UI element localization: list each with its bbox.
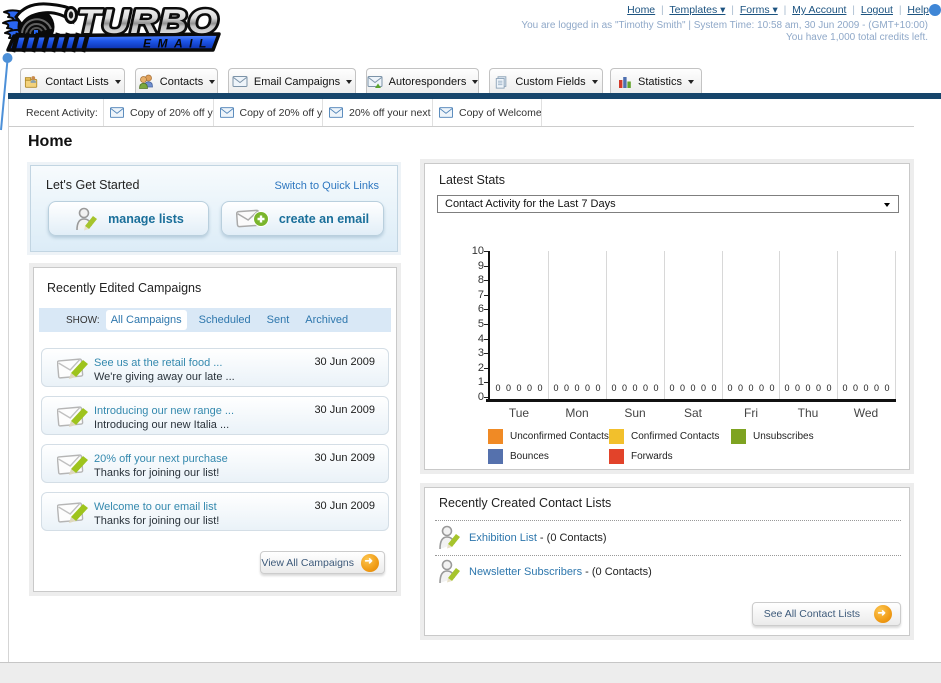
svg-text:TURBO: TURBO (77, 3, 219, 41)
